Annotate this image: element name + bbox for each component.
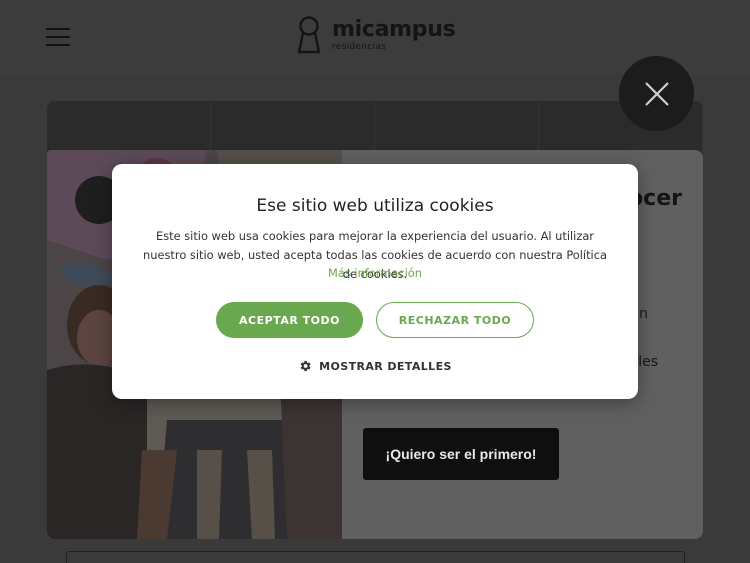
show-details-button[interactable]: MOSTRAR DETALLES xyxy=(112,358,638,374)
show-details-label: MOSTRAR DETALLES xyxy=(319,359,452,373)
close-button[interactable] xyxy=(619,56,694,131)
logo[interactable]: micampus residencias xyxy=(296,16,456,56)
cookie-title: Ese sitio web utiliza cookies xyxy=(256,196,494,216)
background-search-bar xyxy=(66,551,685,563)
brand-subtitle: residencias xyxy=(332,42,387,52)
keyhole-person-icon xyxy=(297,16,321,54)
more-info-link[interactable]: Más información xyxy=(112,266,638,280)
accept-all-button[interactable]: ACEPTAR TODO xyxy=(216,302,363,338)
close-icon xyxy=(644,81,669,106)
reject-all-button[interactable]: RECHAZAR TODO xyxy=(376,302,534,338)
hamburger-icon[interactable] xyxy=(46,28,70,46)
gear-icon xyxy=(300,360,311,372)
waitlist-cta-button[interactable]: ¡Quiero ser el primero! xyxy=(363,428,559,480)
cookie-consent-dialog: Ese sitio web utiliza cookies Este sitio… xyxy=(112,164,638,399)
brand-name: micampus xyxy=(332,17,456,42)
